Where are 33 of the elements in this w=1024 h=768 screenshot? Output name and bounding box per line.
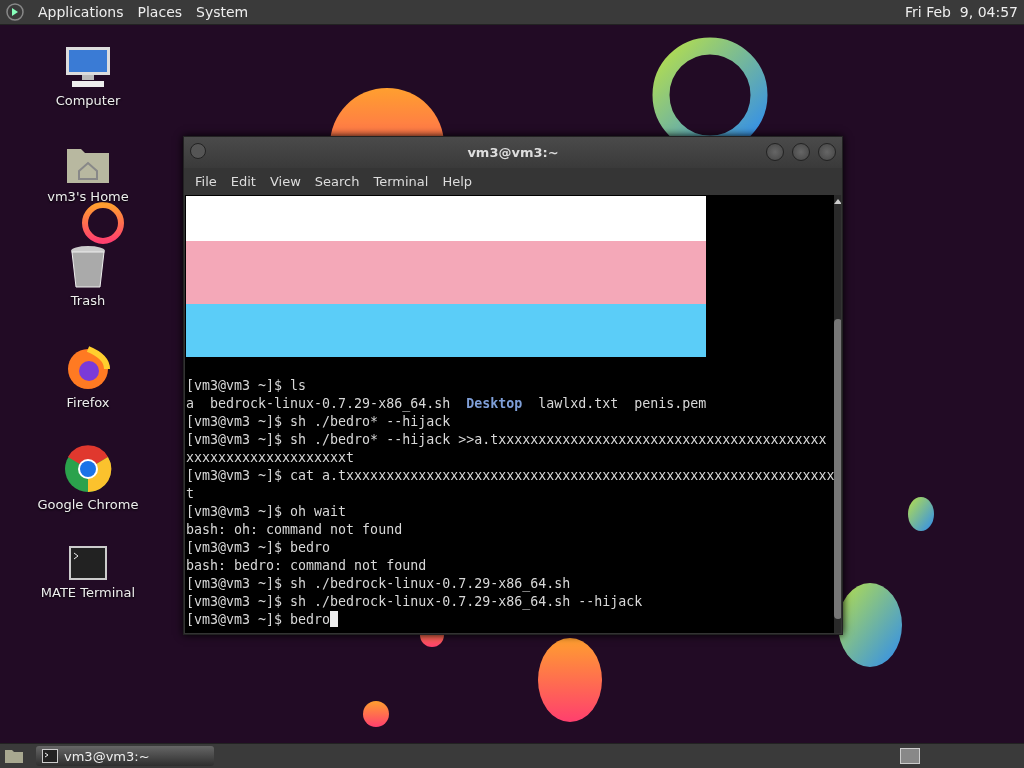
terminal-line: [vm3@vm3 ~]$ sh ./bedrock-linux-0.7.29-x86_64.sh [186,575,571,591]
window-title: vm3@vm3:~ [467,145,559,160]
terminal-line: t [186,485,194,501]
desktop-icon-label[interactable]: MATE Terminal [40,585,136,600]
menu-item[interactable]: View [264,172,306,191]
terminal-line: [vm3@vm3 ~]$ bedro [186,611,331,627]
terminal-line: a bedrock-linux-0.7.29-x86_64.sh Desktop lawlxd.txt penis.pem [186,395,707,411]
taskbar-button[interactable]: vm3@vm3:~ [36,746,214,766]
menu-item[interactable]: Search [309,172,365,191]
terminal-line: [vm3@vm3 ~]$ oh wait [186,503,347,519]
desktop-icon-label[interactable]: Computer [55,93,121,108]
menu-item[interactable]: Edit [225,172,261,191]
desktop-icon-label[interactable]: Firefox [66,395,110,410]
terminal-line: xxxxxxxxxxxxxxxxxxxxt [186,449,355,465]
desktop-icon-label[interactable]: vm3's Home [47,189,129,204]
task-label: vm3@vm3:~ [64,748,150,764]
panel-menu[interactable]: System [196,4,249,20]
desktop-icon-label[interactable]: Trash [70,293,106,308]
terminal-line: [vm3@vm3 ~]$ cat a.txxxxxxxxxxxxxxxxxxxxxxxxxxxxxxxxxxxxxxxxxxxxxxxxxxxxxxxxxxxxx [186,467,835,483]
terminal-line: [vm3@vm3 ~]$ sh ./bedro* --hijack >>a.txxxxxxxxxxxxxxxxxxxxxxxxxxxxxxxxxxxxxxxxx [186,431,827,447]
panel-menu[interactable]: Applications [38,4,124,20]
clock[interactable]: Fri Feb 9, 04:57 [905,4,1018,20]
desktop-icon-label[interactable]: Google Chrome [37,497,139,512]
panel-menu[interactable]: Places [137,4,183,20]
terminal-line: [vm3@vm3 ~]$ ls [186,377,307,393]
menu-item[interactable]: Terminal [368,172,434,191]
menu-item[interactable]: File [190,172,222,191]
terminal-line: bash: bedro: command not found [186,557,427,573]
terminal-line: [vm3@vm3 ~]$ sh ./bedro* --hijack [186,413,451,429]
terminal-line: bash: oh: command not found [186,521,403,537]
terminal-line: [vm3@vm3 ~]$ bedro [186,539,331,555]
menu-item[interactable]: Help [437,172,478,191]
terminal-line: [vm3@vm3 ~]$ sh ./bedrock-linux-0.7.29-x86_64.sh --hijack [186,593,643,609]
